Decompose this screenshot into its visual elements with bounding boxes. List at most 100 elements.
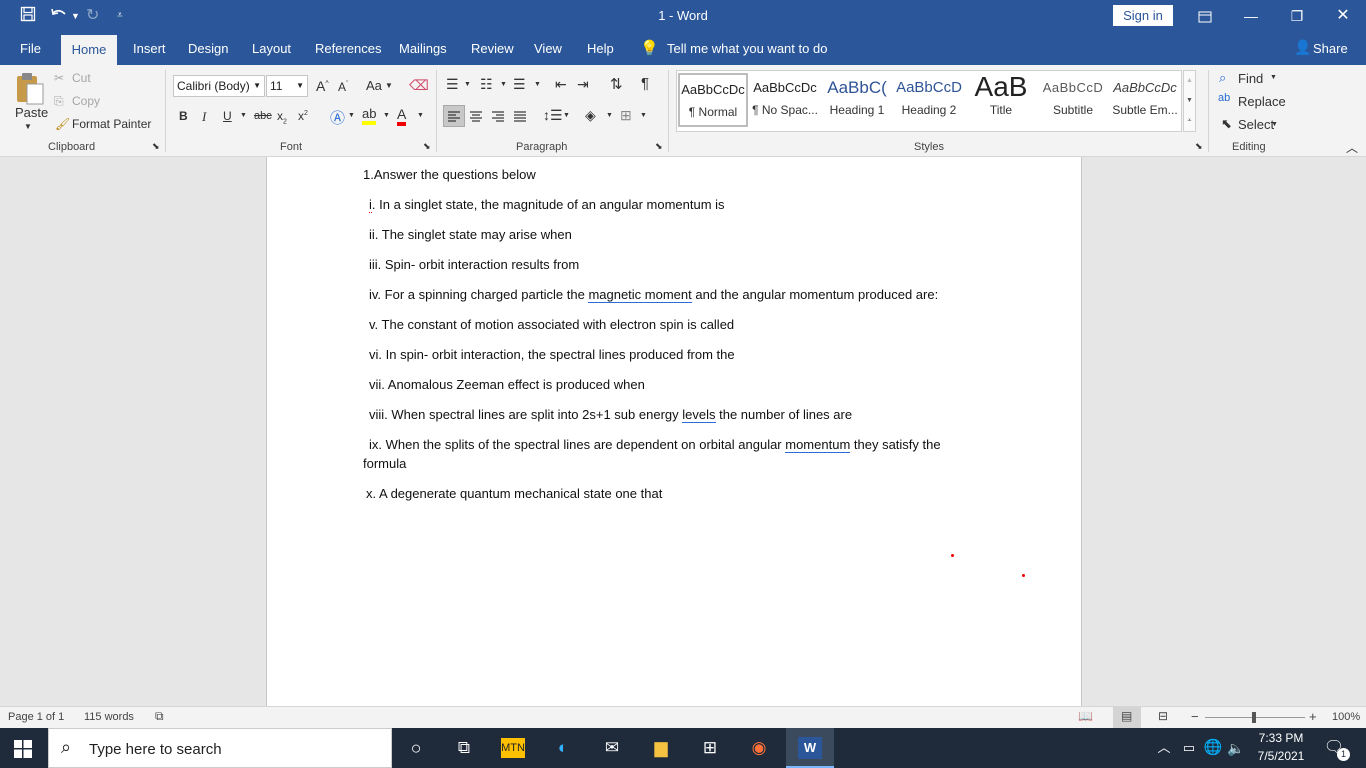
chevron-down-icon[interactable]: ▼ (383, 112, 390, 119)
chevron-up-icon[interactable]: ︿ (1152, 736, 1176, 760)
cortana-icon[interactable]: ○ (404, 736, 428, 760)
clock-time[interactable]: 7:33 PM (1254, 731, 1308, 745)
chevron-down-icon[interactable]: ▼ (640, 112, 647, 119)
tab-file[interactable]: File (20, 41, 41, 56)
zoom-level[interactable]: 100% (1332, 711, 1360, 723)
clipboard-launcher-icon[interactable]: ⬊ (152, 141, 160, 152)
chevron-down-icon[interactable]: ▼ (348, 112, 355, 119)
style-heading-2[interactable]: AaBbCcD Heading 2 (894, 73, 964, 127)
zoom-out-icon[interactable]: − (1191, 709, 1199, 724)
chevron-up-icon[interactable]: ▲ (1184, 71, 1195, 91)
justify-icon[interactable] (510, 106, 530, 129)
select-button[interactable]: Select (1238, 117, 1274, 132)
style-heading-1[interactable]: AaBbC( Heading 1 (822, 73, 892, 127)
highlight-icon[interactable]: ab (362, 107, 377, 125)
tab-references[interactable]: References (315, 41, 381, 56)
replace-button[interactable]: Replace (1238, 94, 1286, 109)
align-right-icon[interactable] (488, 106, 508, 129)
chevron-down-icon[interactable]: ▼ (606, 112, 613, 119)
text-effects-icon[interactable]: Ⓐ (330, 107, 345, 128)
sign-in-button[interactable]: Sign in (1113, 5, 1173, 26)
align-center-icon[interactable] (466, 106, 486, 129)
tab-design[interactable]: Design (188, 41, 228, 56)
share-button[interactable]: Share (1313, 41, 1348, 56)
italic-icon[interactable]: I (202, 109, 206, 125)
font-launcher-icon[interactable]: ⬊ (423, 141, 431, 152)
ribbon-display-options-icon[interactable] (1182, 0, 1228, 32)
firefox-icon[interactable]: ◉ (747, 736, 771, 760)
chevron-down-icon[interactable]: ▼ (1271, 121, 1278, 128)
clear-formatting-icon[interactable]: ⌫ (409, 77, 429, 94)
bold-icon[interactable]: B (179, 109, 188, 123)
mail-icon[interactable]: ✉ (600, 736, 624, 760)
strikethrough-icon[interactable]: abc (254, 110, 272, 122)
format-painter-icon[interactable]: 🖌 (55, 117, 70, 131)
line-spacing-icon[interactable]: ↕☰ (543, 107, 563, 124)
battery-icon[interactable]: ▭ (1177, 736, 1201, 760)
tab-review[interactable]: Review (471, 41, 514, 56)
store-icon[interactable]: ⊞ (698, 736, 722, 760)
styles-launcher-icon[interactable]: ⬊ (1195, 141, 1203, 152)
network-globe-icon[interactable]: 🌐 (1201, 736, 1225, 760)
edge-icon[interactable]: ◐ (551, 736, 575, 760)
file-explorer-icon[interactable]: ▆ (649, 736, 673, 760)
style-no-spacing[interactable]: AaBbCcDc ¶ No Spac... (750, 73, 820, 127)
styles-scroll[interactable]: ▲ ▼ ⩡ (1183, 70, 1196, 132)
find-icon[interactable]: ⌕ (1219, 70, 1226, 86)
read-mode-icon[interactable]: 📖 (1078, 709, 1093, 723)
subscript-icon[interactable]: x2 (277, 109, 287, 125)
find-button[interactable]: Find (1238, 71, 1263, 86)
chevron-down-icon[interactable]: ▼ (1270, 74, 1277, 81)
superscript-icon[interactable]: x2 (298, 109, 308, 123)
chevron-down-icon[interactable]: ▼ (1184, 91, 1195, 111)
volume-icon[interactable]: 🔈 (1224, 736, 1248, 760)
clock-date[interactable]: 7/5/2021 (1254, 749, 1308, 763)
tell-me-search[interactable]: Tell me what you want to do (667, 41, 827, 56)
tab-help[interactable]: Help (587, 41, 614, 56)
collapse-ribbon-icon[interactable]: ︿ (1346, 139, 1358, 156)
style-subtitle[interactable]: AaBbCcD Subtitle (1038, 73, 1108, 127)
restore-icon[interactable]: ❐ (1274, 0, 1320, 32)
minimize-icon[interactable]: — (1228, 0, 1274, 32)
tab-layout[interactable]: Layout (252, 41, 291, 56)
close-icon[interactable]: ✕ (1320, 0, 1366, 32)
increase-indent-icon[interactable]: ⇥ (577, 76, 589, 93)
mtn-app-icon[interactable]: MTN (501, 738, 525, 758)
paste-button[interactable]: Paste (15, 105, 48, 120)
tab-mailings[interactable]: Mailings (399, 41, 447, 56)
underline-icon[interactable]: U (223, 109, 232, 123)
tab-view[interactable]: View (534, 41, 562, 56)
font-name-box[interactable]: Calibri (Body) ▼ (173, 75, 265, 97)
tab-insert[interactable]: Insert (133, 41, 166, 56)
style-title[interactable]: AaB Title (966, 73, 1036, 127)
font-size-box[interactable]: 11 ▼ (266, 75, 308, 97)
style-normal[interactable]: AaBbCcDc ¶ Normal (678, 73, 748, 127)
shading-icon[interactable]: ◈ (585, 107, 596, 124)
change-case-button[interactable]: Aa (366, 78, 382, 93)
borders-icon[interactable]: ⊞ (620, 107, 632, 124)
chevron-down-icon[interactable]: ▼ (417, 112, 424, 119)
paste-icon[interactable] (14, 71, 46, 107)
proofing-icon[interactable]: ⧉ (155, 709, 164, 724)
zoom-in-icon[interactable]: + (1309, 709, 1317, 724)
show-formatting-marks-icon[interactable]: ¶ (641, 75, 649, 92)
chevron-down-icon[interactable]: ▼ (240, 112, 247, 119)
decrease-indent-icon[interactable]: ⇤ (555, 76, 567, 93)
word-count[interactable]: 115 words (84, 711, 134, 723)
tab-home[interactable]: Home (61, 35, 117, 65)
task-view-icon[interactable]: ⧉ (452, 736, 476, 760)
numbering-icon[interactable]: ☷ (480, 76, 493, 93)
grammar-flag[interactable]: momentum (785, 437, 851, 453)
chevron-down-icon[interactable]: ▼ (500, 81, 507, 88)
format-painter-button[interactable]: Format Painter (72, 117, 151, 131)
grammar-flag[interactable]: magnetic moment (588, 287, 692, 303)
grow-font-icon[interactable]: A^ (316, 78, 329, 94)
document-page[interactable]: 1.Answer the questions below i. In a sin… (266, 157, 1082, 706)
more-styles-icon[interactable]: ⩡ (1184, 111, 1195, 131)
paste-dropdown-icon[interactable]: ▼ (24, 122, 32, 131)
zoom-slider-thumb[interactable] (1252, 712, 1256, 723)
page-count[interactable]: Page 1 of 1 (8, 711, 64, 723)
replace-icon[interactable]: ab (1218, 92, 1230, 104)
print-layout-icon[interactable]: ▤ (1113, 707, 1141, 728)
chevron-down-icon[interactable]: ▼ (563, 112, 570, 119)
